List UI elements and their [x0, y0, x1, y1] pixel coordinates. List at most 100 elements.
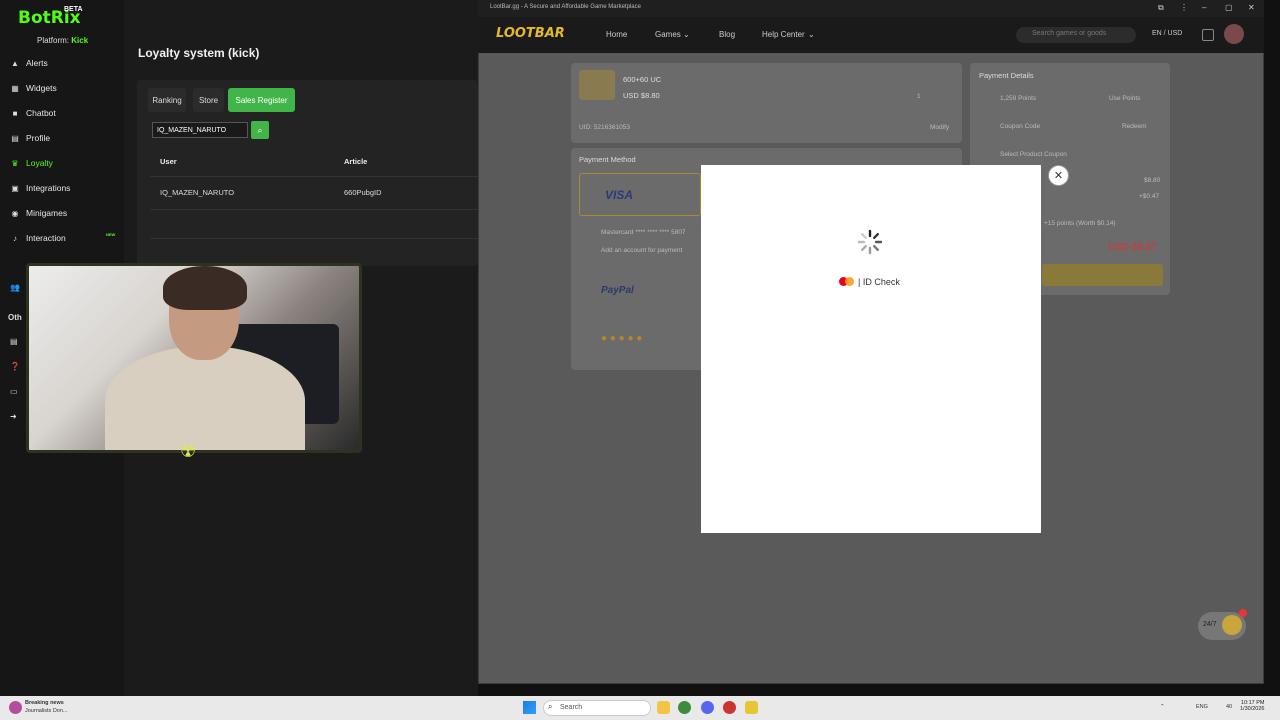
- news-title[interactable]: Breaking news: [25, 700, 64, 706]
- windows-start-icon[interactable]: [523, 701, 536, 714]
- sidebar-item-profile[interactable]: ▤ Profile: [10, 129, 50, 147]
- sidebar-item-widgets[interactable]: ▦ Widgets: [10, 79, 57, 97]
- redeem-button[interactable]: Redeem: [1122, 123, 1147, 130]
- language-indicator[interactable]: ENG: [1196, 704, 1208, 710]
- browser-tab-title[interactable]: LootBar.gg - A Secure and Affordable Gam…: [490, 4, 641, 10]
- platform-label: Platform:: [37, 36, 70, 45]
- column-header-article: Article: [344, 157, 368, 166]
- volume-level[interactable]: 40: [1226, 704, 1232, 710]
- help-icon[interactable]: ❓: [10, 362, 20, 371]
- news-subtitle[interactable]: Journalists Don...: [25, 708, 68, 714]
- close-window-button[interactable]: ✕: [1248, 3, 1255, 12]
- divider: [150, 209, 478, 210]
- id-card-icon: ▤: [11, 133, 19, 143]
- sidebar-item-label: Chatbot: [26, 108, 56, 118]
- user-avatar[interactable]: [1224, 24, 1244, 44]
- gamepad-icon: ◉: [11, 208, 19, 218]
- taskbar-search[interactable]: Search: [543, 700, 651, 716]
- beta-badge: BETA: [64, 6, 83, 13]
- chevron-up-icon[interactable]: ⌃: [1160, 704, 1165, 710]
- uid-text: UID: 5216361053: [579, 124, 630, 131]
- file-explorer-icon[interactable]: [657, 701, 670, 714]
- trophy-icon: ♛: [11, 158, 19, 168]
- grid-icon: ▦: [11, 83, 19, 93]
- clock-date: 1/30/2026: [1240, 706, 1265, 712]
- search-icon: ⌕: [257, 124, 263, 135]
- sidebar-item-integrations[interactable]: ▣ Integrations: [10, 179, 70, 197]
- tab-sales-register[interactable]: Sales Register: [228, 88, 295, 112]
- modify-link[interactable]: Modify: [930, 124, 949, 131]
- points-earn-note: +15 points (Worth $0.14): [1044, 220, 1116, 227]
- add-account-link[interactable]: Add an account for payment: [601, 247, 682, 254]
- platform-value: Kick: [71, 36, 89, 45]
- product-price: USD $8.80: [623, 91, 660, 100]
- loading-spinner-icon: [857, 229, 883, 255]
- sidebar-item-alerts[interactable]: ▲ Alerts: [10, 54, 48, 72]
- tab-store[interactable]: Store: [193, 88, 224, 112]
- platform-indicator: Platform: Kick: [37, 36, 88, 45]
- menu-icon[interactable]: ⋮: [1180, 3, 1188, 12]
- subtotal-value: $8.80: [1144, 177, 1161, 184]
- app-icon-yellow[interactable]: [745, 701, 758, 714]
- pay-now-button[interactable]: [1042, 264, 1163, 286]
- notification-dot: [1239, 609, 1247, 617]
- integrations-icon: ▣: [11, 183, 19, 193]
- music-icon: ♪: [13, 233, 17, 243]
- chat-label: 24/7: [1203, 621, 1217, 628]
- column-header-user: User: [160, 157, 177, 166]
- webcam-person-hair: [163, 266, 247, 310]
- sidebar-item-label: Integrations: [26, 183, 71, 193]
- total-value: USD $8.37: [1108, 242, 1157, 253]
- tab-ranking[interactable]: Ranking: [148, 88, 186, 112]
- cart-icon[interactable]: [1202, 29, 1214, 41]
- extensions-icon[interactable]: ⧉: [1158, 3, 1164, 13]
- maximize-button[interactable]: ▢: [1225, 3, 1233, 12]
- news-widget-icon[interactable]: [9, 701, 22, 714]
- payment-method-title: Payment Method: [579, 155, 636, 164]
- minimize-button[interactable]: –: [1202, 3, 1206, 12]
- visa-option[interactable]: [579, 173, 701, 216]
- app-icon[interactable]: [723, 701, 736, 714]
- sidebar-item-chatbot[interactable]: ■ Chatbot: [10, 104, 56, 122]
- discord-icon[interactable]: [701, 701, 714, 714]
- document-icon[interactable]: ▤: [10, 337, 18, 346]
- clock[interactable]: 10:17 PM 1/30/2026: [1240, 700, 1264, 712]
- language-currency[interactable]: EN / USD: [1152, 30, 1182, 37]
- nav-home[interactable]: Home: [606, 30, 627, 39]
- search-input[interactable]: [152, 122, 248, 138]
- chrome-icon[interactable]: [678, 701, 691, 714]
- site-search-input[interactable]: Search games or goods: [1016, 27, 1136, 43]
- sidebar-item-label: Minigames: [26, 208, 68, 218]
- paypal-logo[interactable]: PayPal: [601, 285, 634, 296]
- sidebar-item-label: Loyalty: [26, 158, 53, 168]
- lootbar-logo[interactable]: LOOTBAR: [496, 26, 565, 41]
- sidebar-item-label: Interaction: [26, 233, 66, 243]
- search-button[interactable]: ⌕: [251, 121, 269, 139]
- sidebar-item-interaction[interactable]: ♪ Interaction: [10, 229, 66, 247]
- quantity-value[interactable]: 1: [917, 93, 921, 100]
- product-name: 600+60 UC: [623, 75, 662, 84]
- users-icon[interactable]: 👥: [10, 283, 20, 292]
- laptop-icon[interactable]: ▭: [10, 387, 18, 396]
- site-header: [478, 17, 1264, 53]
- new-badge: NEW: [106, 232, 116, 237]
- saved-card-line[interactable]: Mastercard **** **** **** 5807: [601, 229, 686, 236]
- sidebar-item-label: Widgets: [26, 83, 57, 93]
- points-balance: 1,259 Points: [1000, 95, 1037, 102]
- nav-help-center[interactable]: Help Center: [762, 30, 805, 39]
- logout-icon[interactable]: ➜: [10, 412, 17, 421]
- nav-blog[interactable]: Blog: [719, 30, 735, 39]
- robot-icon: ■: [12, 108, 18, 118]
- crypto-icons[interactable]: ● ● ● ● ●: [601, 333, 642, 344]
- coupon-code-input[interactable]: Coupon Code: [1000, 123, 1040, 130]
- sidebar-item-loyalty[interactable]: ♛ Loyalty: [10, 154, 53, 172]
- sidebar-item-minigames[interactable]: ◉ Minigames: [10, 204, 68, 222]
- product-coupon-select[interactable]: Select Product Coupon: [1000, 151, 1067, 158]
- mastercard-icon-overlap: [845, 277, 854, 286]
- use-points-toggle[interactable]: Use Points: [1109, 95, 1140, 102]
- nav-games[interactable]: Games: [655, 30, 681, 39]
- table-cell-article: 660PubgID: [344, 188, 382, 197]
- close-modal-button[interactable]: ✕: [1048, 165, 1069, 186]
- section-other-label: Oth: [8, 313, 22, 322]
- chevron-down-icon: ⌄: [683, 30, 690, 39]
